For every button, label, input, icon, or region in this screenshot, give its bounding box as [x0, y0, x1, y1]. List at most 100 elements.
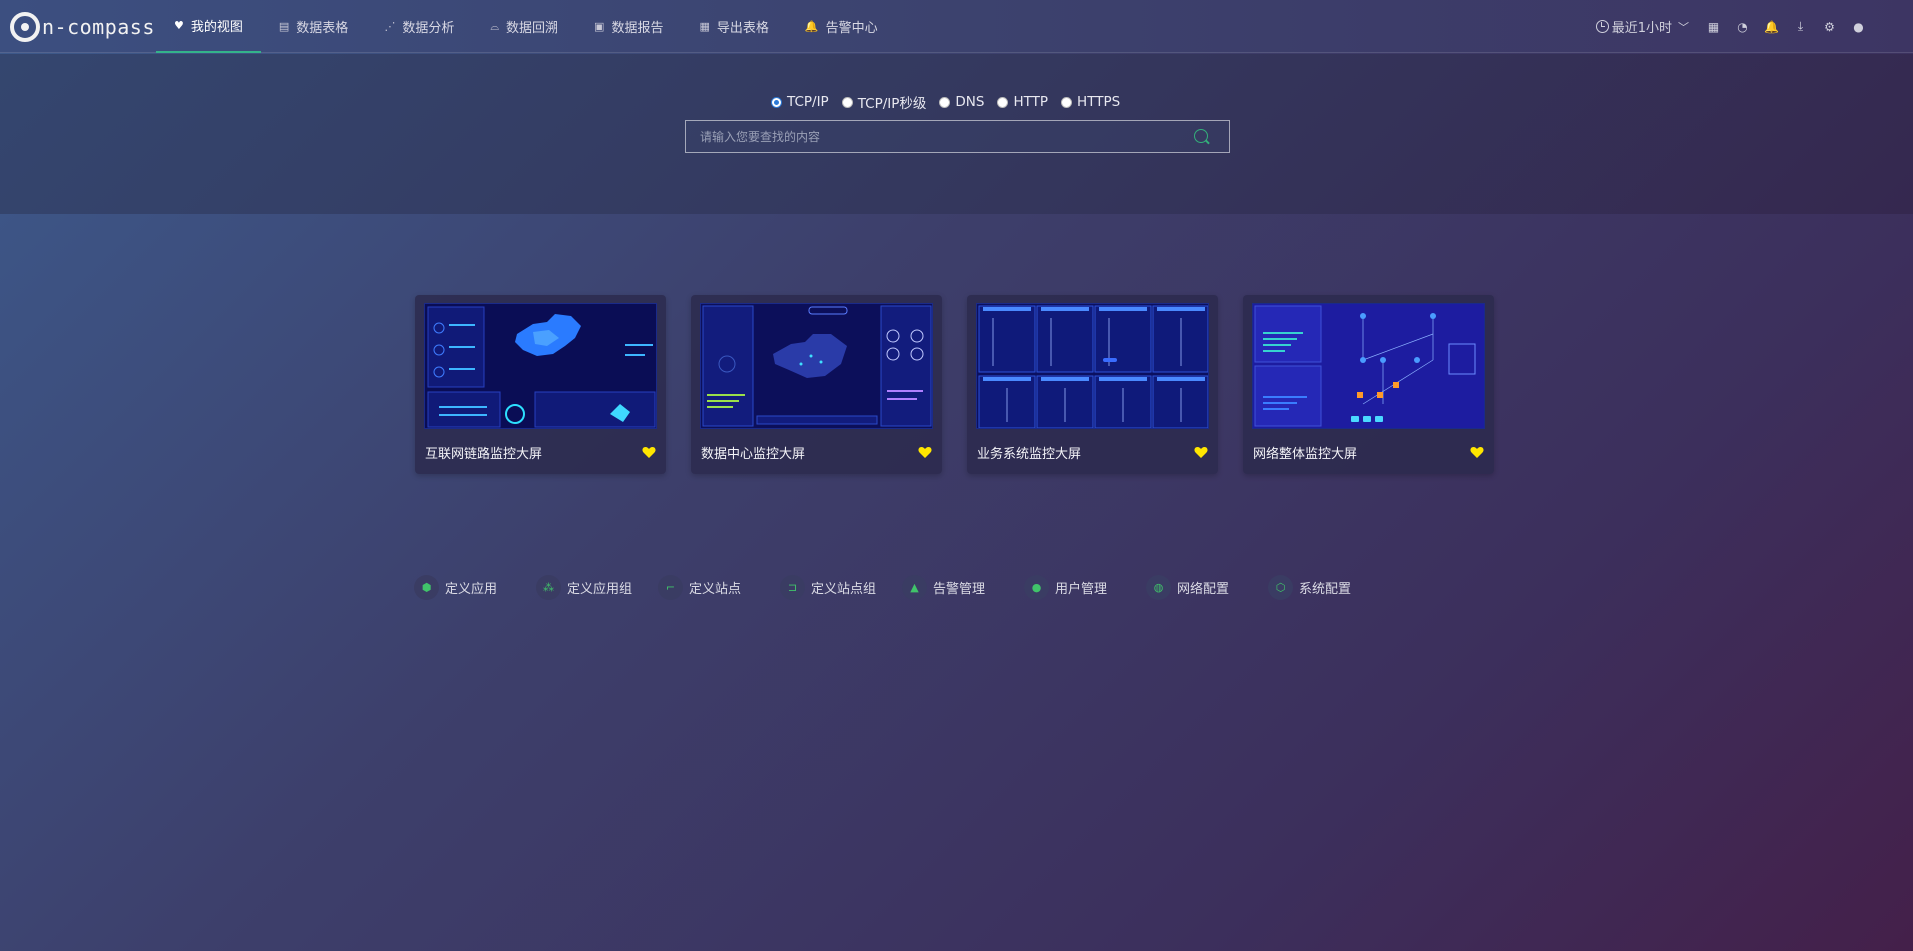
radio-label: DNS [955, 94, 985, 110]
quick-link-label: 定义应用 [445, 582, 498, 597]
radio-https[interactable]: HTTPS [1061, 92, 1120, 112]
export-icon: ▦ [699, 20, 710, 33]
favorite-heart-icon[interactable] [918, 446, 932, 459]
top-navigation-bar: n-compass ♥ 我的视图 ▤ 数据表格 ⋰ 数据分析 ⌓ 数据回溯 ▣ … [0, 0, 1913, 53]
card-footer: 业务系统监控大屏 [976, 443, 1209, 462]
search-icon[interactable] [1193, 128, 1211, 146]
logout-icon[interactable]: ● [1844, 20, 1873, 34]
logo[interactable]: n-compass [10, 12, 155, 42]
quick-link-define-app[interactable]: ⬢ 定义应用 [414, 575, 536, 600]
nav-item-label: 告警中心 [825, 21, 878, 36]
quick-link-network-config[interactable]: ◍ 网络配置 [1146, 575, 1268, 600]
card-thumbnail [700, 303, 933, 429]
radio-label: TCP/IP秒级 [857, 96, 927, 112]
search-input[interactable] [686, 121, 1193, 152]
radio-dot [841, 96, 853, 108]
heart-icon: ♥ [174, 19, 184, 32]
cube-icon: ⬢ [414, 575, 439, 600]
radio-http[interactable]: HTTP [997, 92, 1048, 112]
protocol-radio-group: TCP/IP TCP/IP秒级 DNS HTTP HTTPS [771, 92, 1133, 112]
replay-icon: ⌓ [490, 19, 500, 33]
dashboard-icon[interactable]: ◔ [1728, 20, 1757, 34]
favorite-heart-icon[interactable] [1470, 446, 1484, 459]
site-icon: ⌐ [658, 575, 683, 600]
favorite-heart-icon[interactable] [1194, 446, 1208, 459]
radio-dot [771, 96, 782, 108]
nav-item-data-analysis[interactable]: ⋰ 数据分析 [366, 0, 472, 53]
quick-link-label: 系统配置 [1299, 582, 1352, 597]
time-range-label: 最近1小时 [1611, 21, 1672, 36]
quick-link-label: 告警管理 [933, 582, 986, 597]
radio-tcpip-seconds[interactable]: TCP/IP秒级 [841, 92, 927, 112]
view-card-network-overall[interactable]: 网络整体监控大屏 [1243, 295, 1494, 474]
quick-link-define-site-group[interactable]: ⊐ 定义站点组 [780, 575, 902, 600]
nav-item-label: 数据报告 [611, 21, 664, 36]
main-nav: ♥ 我的视图 ▤ 数据表格 ⋰ 数据分析 ⌓ 数据回溯 ▣ 数据报告 ▦ 导出表… [156, 0, 896, 53]
quick-link-label: 定义站点 [689, 582, 742, 597]
thumbnail-graphic [425, 304, 656, 428]
quick-link-label: 网络配置 [1177, 582, 1230, 597]
table-icon: ▤ [278, 20, 290, 33]
gear-icon: ⬡ [1268, 575, 1293, 600]
thumbnail-graphic [977, 304, 1208, 428]
nav-item-data-report[interactable]: ▣ 数据报告 [576, 0, 681, 53]
quick-link-label: 定义站点组 [811, 582, 877, 597]
card-thumbnail [424, 303, 657, 429]
card-footer: 互联网链路监控大屏 [424, 443, 657, 462]
card-footer: 网络整体监控大屏 [1252, 443, 1485, 462]
quick-link-define-app-group[interactable]: ⁂ 定义应用组 [536, 575, 658, 600]
quick-link-define-site[interactable]: ⌐ 定义站点 [658, 575, 780, 600]
logo-text: n-compass [42, 15, 155, 39]
nav-item-data-replay[interactable]: ⌓ 数据回溯 [472, 0, 576, 53]
card-title: 数据中心监控大屏 [701, 447, 806, 462]
view-cards: 互联网链路监控大屏 数据中心监控大屏 业务系统监控大屏 网络整体监控大屏 [415, 295, 1519, 474]
thumbnail-graphic [701, 304, 932, 428]
globe-icon: ◍ [1146, 575, 1171, 600]
quick-links: ⬢ 定义应用 ⁂ 定义应用组 ⌐ 定义站点 ⊐ 定义站点组 ▲ 告警管理 ● 用… [414, 575, 1390, 600]
grid-icon[interactable]: ▦ [1699, 20, 1728, 34]
nav-item-label: 导出表格 [716, 21, 769, 36]
users-icon: ● [1024, 575, 1049, 600]
notification-icon[interactable]: 🔔 [1757, 20, 1786, 34]
site-group-icon: ⊐ [780, 575, 805, 600]
card-thumbnail [976, 303, 1209, 429]
radio-label: HTTP [1013, 94, 1049, 110]
app-group-icon: ⁂ [536, 575, 561, 600]
quick-link-system-config[interactable]: ⬡ 系统配置 [1268, 575, 1390, 600]
quick-link-alert-management[interactable]: ▲ 告警管理 [902, 575, 1024, 600]
radio-dot [939, 96, 951, 108]
download-icon[interactable]: ⤓ [1786, 19, 1815, 34]
favorite-heart-icon[interactable] [642, 446, 656, 459]
radio-label: TCP/IP [787, 94, 829, 110]
radio-dot [997, 96, 1009, 108]
report-icon: ▣ [594, 20, 605, 33]
view-card-internet-link[interactable]: 互联网链路监控大屏 [415, 295, 666, 474]
nav-item-label: 数据表格 [296, 21, 349, 36]
card-title: 网络整体监控大屏 [1253, 447, 1358, 462]
card-title: 互联网链路监控大屏 [425, 447, 543, 462]
analysis-icon: ⋰ [384, 20, 396, 33]
nav-item-my-views[interactable]: ♥ 我的视图 [156, 0, 261, 53]
nav-item-export-table[interactable]: ▦ 导出表格 [681, 0, 786, 53]
quick-link-user-management[interactable]: ● 用户管理 [1024, 575, 1146, 600]
search-section: TCP/IP TCP/IP秒级 DNS HTTP HTTPS [0, 54, 1913, 214]
settings-icon[interactable]: ⚙ [1815, 20, 1844, 34]
radio-tcpip[interactable]: TCP/IP [771, 92, 829, 112]
search-box [685, 120, 1230, 153]
nav-item-label: 我的视图 [190, 20, 243, 35]
radio-dns[interactable]: DNS [939, 92, 984, 112]
view-card-business-system[interactable]: 业务系统监控大屏 [967, 295, 1218, 474]
bell-icon: 🔔 [804, 20, 819, 33]
radio-dot [1061, 96, 1073, 108]
card-thumbnail [1252, 303, 1485, 429]
radio-label: HTTPS [1077, 94, 1121, 110]
view-card-datacenter[interactable]: 数据中心监控大屏 [691, 295, 942, 474]
nav-item-alert-center[interactable]: 🔔 告警中心 [787, 0, 896, 53]
time-range-dropdown[interactable]: 最近1小时 ﹀ [1595, 17, 1689, 36]
chevron-down-icon: ﹀ [1678, 20, 1689, 34]
nav-item-label: 数据回溯 [506, 21, 559, 36]
quick-link-label: 定义应用组 [567, 582, 633, 597]
thumbnail-graphic [1253, 304, 1484, 428]
card-footer: 数据中心监控大屏 [700, 443, 933, 462]
nav-item-data-table[interactable]: ▤ 数据表格 [261, 0, 366, 53]
